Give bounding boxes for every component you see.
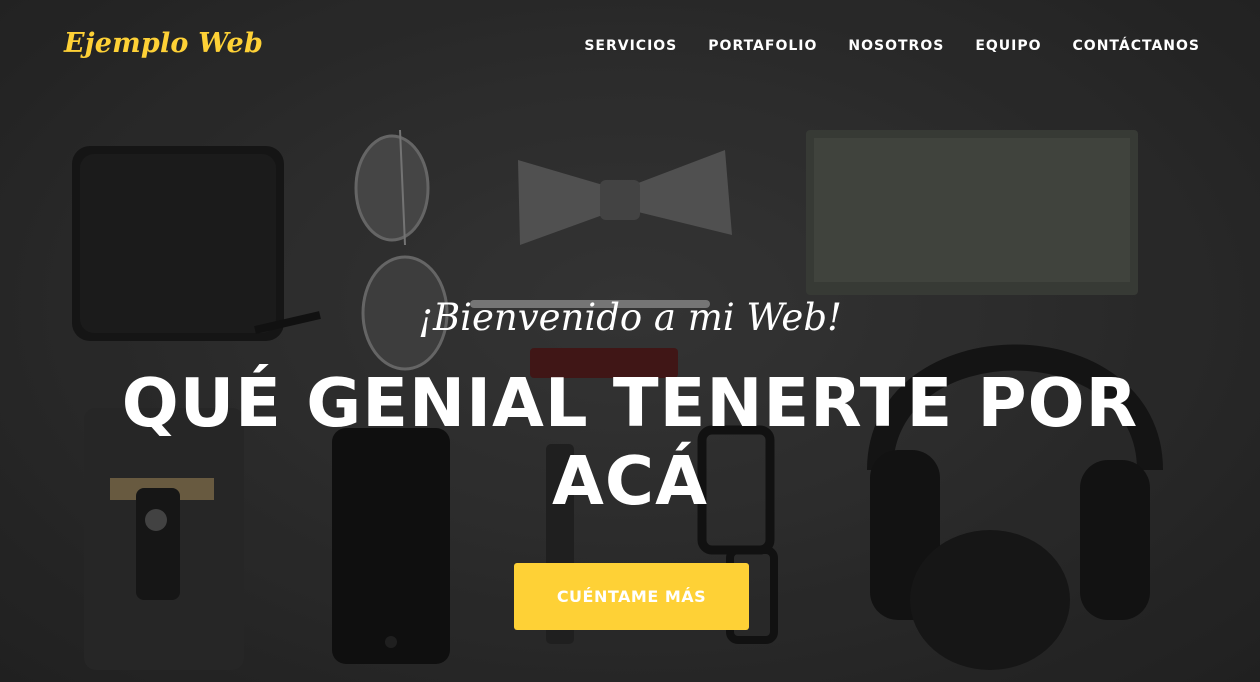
nav-item-servicios[interactable]: Servicios — [584, 38, 677, 54]
brand-logo[interactable]: Ejemplo Web — [64, 28, 263, 59]
hero-section: Ejemplo Web Servicios Portafolio Nosotro… — [0, 0, 1260, 682]
hero-heading: Qué genial tenerte por acá — [121, 364, 1139, 520]
nav-item-nosotros[interactable]: Nosotros — [848, 38, 944, 54]
nav-links: Servicios Portafolio Nosotros Equipo Con… — [584, 38, 1200, 54]
nav-item-portafolio[interactable]: Portafolio — [708, 38, 817, 54]
hero-text: ¡Bienvenido a mi Web! Qué genial tenerte… — [0, 292, 1260, 520]
nav-item-equipo[interactable]: Equipo — [975, 38, 1041, 54]
nav-item-contactanos[interactable]: Contáctanos — [1073, 38, 1200, 54]
navbar: Ejemplo Web Servicios Portafolio Nosotro… — [0, 0, 1260, 96]
hero-lead-in: ¡Bienvenido a mi Web! — [418, 296, 842, 339]
cta-button[interactable]: Cuéntame más — [514, 563, 749, 630]
